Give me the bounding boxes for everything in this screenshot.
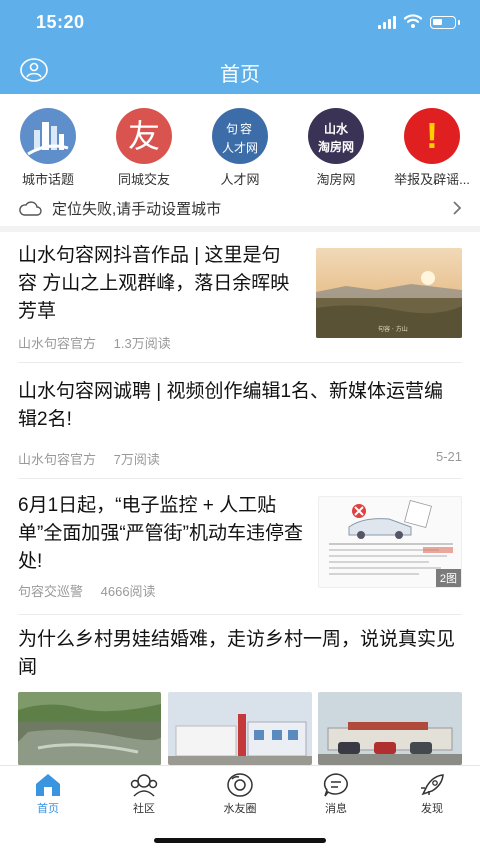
section-gap [0,226,480,232]
article-thumbnail[interactable]: 句容 · 方山 [316,248,462,338]
article-image[interactable] [18,692,161,765]
quick-link-city-topic[interactable]: 城市话题 [0,108,96,188]
tab-community[interactable]: 社区 [96,772,192,816]
article-reads: 4666阅读 [100,584,156,599]
message-icon [323,773,348,797]
tab-label: 水友圈 [223,803,257,815]
chevron-right-icon [453,201,462,215]
quick-link-label: 同城交友 [117,172,170,187]
article-thumbnail[interactable]: 2图 [318,496,462,588]
article-meta: 句容交巡警 4666阅读 [18,581,156,600]
location-bar[interactable]: 定位失败,请手动设置城市 [0,188,480,226]
talent-glyph-bottom: 人才网 [221,141,258,155]
article-meta: 山水句容官方 1.3万阅读 [18,333,171,352]
nav-bar: 首页 [0,46,480,94]
page-title: 首页 [220,64,260,86]
tab-label: 发现 [421,803,443,815]
article-title: 6月1日起，“电子监控 + 人工贴单”全面加强“严管街”机动车违停查处! [18,495,303,572]
tab-friends-circle[interactable]: 水友圈 [192,772,288,816]
divider [18,362,462,363]
status-bar: 15:20 [0,0,480,46]
friend-icon: 友 [116,108,172,164]
wifi-icon [404,14,422,28]
article-image[interactable] [168,692,312,765]
house-net-icon: 山水 淘房网 [308,108,364,164]
talent-glyph-top: 句容 [225,122,254,136]
thumb-caption: 句容 · 方山 [378,325,408,333]
article-source: 山水句容官方 [18,336,97,351]
article-source: 山水句容官方 [18,452,97,467]
tab-messages[interactable]: 消息 [288,772,384,816]
tab-discover[interactable]: 发现 [384,772,480,816]
article-source: 句容交巡警 [18,584,84,599]
article-title: 为什么乡村男娃结婚难，走访乡村一周，说说真实见闻 [18,629,456,678]
quick-link-friends[interactable]: 友 同城交友 [96,108,192,188]
quick-link-label: 举报及辟谣... [394,172,470,187]
friends-circle-icon [227,773,253,797]
battery-icon [430,16,460,29]
quick-link-label: 淘房网 [316,172,356,187]
article-item[interactable]: 为什么乡村男娃结婚难，走访乡村一周，说说真实见闻 [18,626,462,682]
tab-home[interactable]: 首页 [0,772,96,816]
friend-glyph: 友 [127,117,160,155]
house-glyph-bottom: 淘房网 [317,140,354,154]
cloud-icon [19,201,42,216]
article-title: 山水句容网抖音作品 | 这里是句容 方山之上观群峰，落日余晖映芳草 [18,245,290,322]
article-image[interactable] [318,692,462,765]
home-indicator [154,838,326,843]
article-item[interactable]: 山水句容网诚聘 | 视频创作编辑1名、新媒体运营编辑2名! [18,378,462,434]
home-icon [36,774,60,796]
quick-link-talent[interactable]: 句容 人才网 人才网 [192,108,288,188]
city-topic-icon [20,108,76,164]
divider [18,614,462,615]
location-status-text: 定位失败,请手动设置城市 [52,201,222,218]
quick-link-house[interactable]: 山水 淘房网 淘房网 [288,108,384,188]
article-title: 山水句容网诚聘 | 视频创作编辑1名、新媒体运营编辑2名! [18,381,444,430]
talent-net-icon: 句容 人才网 [212,108,268,164]
article-item[interactable]: 6月1日起，“电子监控 + 人工贴单”全面加强“严管街”机动车违停查处! [18,492,304,576]
article-reads: 1.3万阅读 [113,336,171,351]
image-count-badge: 2图 [435,569,461,587]
house-glyph-top: 山水 [323,122,348,136]
tab-label: 消息 [325,803,347,815]
quick-links: 城市话题 友 同城交友 句容 人才网 人才网 山水 淘房网 淘房网 ! 举报及辟… [0,94,480,187]
quick-link-label: 人才网 [220,172,260,187]
cellular-signal-icon [378,16,396,29]
community-icon [130,774,158,797]
report-glyph: ! [426,115,438,156]
status-time: 15:20 [36,12,85,32]
tab-label: 首页 [37,803,59,815]
article-meta: 山水句容官方 7万阅读 [18,449,160,468]
report-icon: ! [404,108,460,164]
article-date: 5-21 [435,449,462,464]
discover-icon [421,774,444,796]
divider [18,478,462,479]
article-item[interactable]: 山水句容网抖音作品 | 这里是句容 方山之上观群峰，落日余晖映芳草 [18,242,298,326]
article-reads: 7万阅读 [113,452,160,467]
quick-link-label: 城市话题 [21,172,74,187]
tab-label: 社区 [133,803,155,815]
quick-link-report[interactable]: ! 举报及辟谣... [384,108,480,188]
